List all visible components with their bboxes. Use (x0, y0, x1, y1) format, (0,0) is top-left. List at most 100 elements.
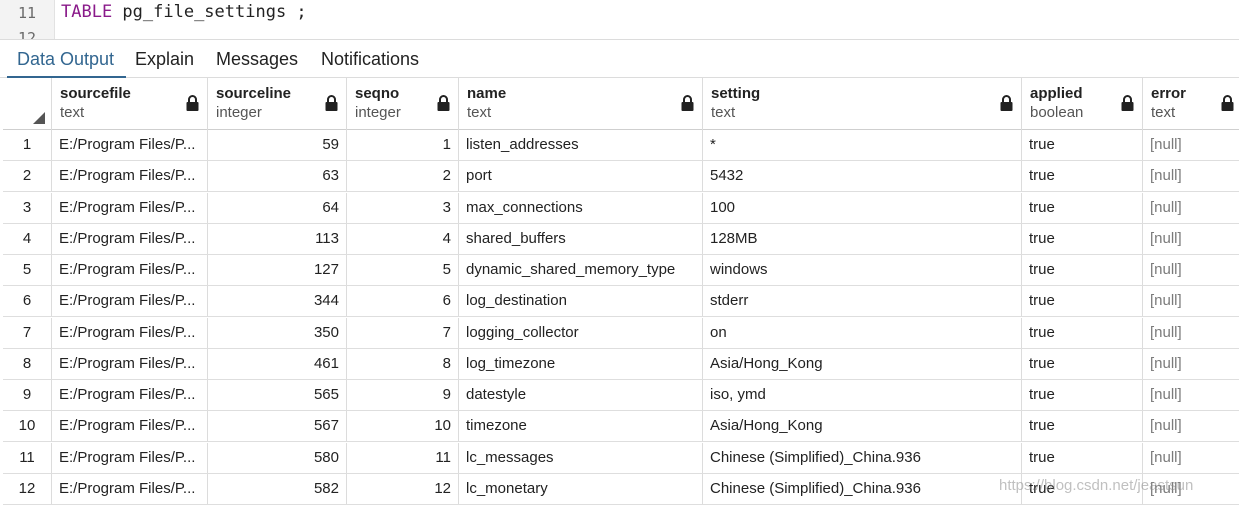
cell-error[interactable]: [null] (1143, 318, 1239, 348)
cell-name[interactable]: timezone (459, 411, 703, 442)
cell-applied[interactable]: true (1022, 255, 1143, 285)
cell-error[interactable]: [null] (1143, 443, 1239, 473)
cell-error[interactable]: [null] (1143, 193, 1239, 223)
table-row[interactable]: 5 E:/Program Files/P... 127 5 dynamic_shared… (3, 255, 1239, 286)
cell-name[interactable]: log_timezone (459, 348, 703, 379)
cell-name[interactable]: log_destination (459, 286, 703, 317)
table-row[interactable]: 1 E:/Program Files/P... 59 1 listen_addresse… (3, 130, 1239, 161)
cell-name[interactable]: lc_monetary (459, 473, 703, 504)
cell-seqno[interactable]: 1 (347, 130, 459, 160)
cell-sourcefile[interactable]: E:/Program Files/P... (52, 130, 208, 160)
table-row[interactable]: 8 E:/Program Files/P... 461 8 log_timezone As… (3, 348, 1239, 380)
cell-name[interactable]: logging_collector (459, 317, 703, 348)
row-number[interactable]: 5 (3, 255, 52, 285)
select-all-corner[interactable] (3, 78, 52, 130)
cell-setting[interactable]: stderr (703, 286, 1022, 317)
cell-setting[interactable]: Chinese (Simplified)_China.936 (703, 442, 1022, 473)
cell-sourceline[interactable]: 582 (208, 473, 347, 504)
cell-sourceline[interactable]: 113 (208, 223, 347, 254)
cell-sourcefile[interactable]: E:/Program Files/P... (52, 442, 208, 473)
column-header-sourceline[interactable]: sourceline integer (208, 78, 347, 130)
cell-applied[interactable]: true (1022, 411, 1143, 442)
cell-sourcefile[interactable]: E:/Program Files/P... (52, 380, 208, 410)
cell-sourceline[interactable]: 565 (208, 380, 347, 410)
cell-seqno[interactable]: 3 (347, 192, 459, 223)
cell-sourceline[interactable]: 127 (208, 255, 347, 285)
cell-setting[interactable]: on (703, 317, 1022, 348)
table-row[interactable]: 11 E:/Program Files/P... 580 11 lc_messages C… (3, 442, 1239, 474)
row-number[interactable]: 12 (3, 473, 52, 504)
tab-notifications[interactable]: Notifications (321, 40, 419, 78)
cell-setting[interactable]: iso, ymd (703, 380, 1022, 410)
cell-error[interactable]: [null] (1143, 349, 1239, 379)
row-number[interactable]: 1 (3, 130, 52, 160)
cell-setting[interactable]: Chinese (Simplified)_China.936 (703, 473, 1022, 504)
cell-name[interactable]: datestyle (459, 380, 703, 410)
cell-seqno[interactable]: 5 (347, 255, 459, 285)
cell-setting[interactable]: windows (703, 255, 1022, 285)
cell-setting[interactable]: * (703, 130, 1022, 160)
tab-explain[interactable]: Explain (135, 40, 194, 78)
cell-setting[interactable]: 128MB (703, 223, 1022, 254)
cell-error[interactable]: [null] (1143, 380, 1239, 410)
cell-sourcefile[interactable]: E:/Program Files/P... (52, 317, 208, 348)
cell-error[interactable]: [null] (1143, 130, 1239, 160)
cell-setting[interactable]: Asia/Hong_Kong (703, 348, 1022, 379)
column-header-sourcefile[interactable]: sourcefile text (52, 78, 208, 130)
cell-seqno[interactable]: 11 (347, 442, 459, 473)
row-number[interactable]: 4 (3, 223, 52, 254)
cell-sourcefile[interactable]: E:/Program Files/P... (52, 255, 208, 285)
row-number[interactable]: 9 (3, 380, 52, 410)
row-number[interactable]: 2 (3, 161, 52, 192)
cell-sourceline[interactable]: 64 (208, 192, 347, 223)
cell-applied[interactable]: true (1022, 161, 1143, 192)
cell-sourcefile[interactable]: E:/Program Files/P... (52, 286, 208, 317)
cell-name[interactable]: port (459, 161, 703, 192)
cell-sourcefile[interactable]: E:/Program Files/P... (52, 192, 208, 223)
table-row[interactable]: 3 E:/Program Files/P... 64 3 max_connections… (3, 192, 1239, 224)
table-row[interactable]: 6 E:/Program Files/P... 344 6 log_destinatio… (3, 286, 1239, 318)
cell-sourceline[interactable]: 580 (208, 442, 347, 473)
cell-seqno[interactable]: 6 (347, 286, 459, 317)
tab-messages[interactable]: Messages (216, 40, 298, 78)
cell-applied[interactable]: true (1022, 348, 1143, 379)
cell-seqno[interactable]: 9 (347, 380, 459, 410)
cell-sourceline[interactable]: 59 (208, 130, 347, 160)
cell-seqno[interactable]: 10 (347, 411, 459, 442)
cell-error[interactable]: [null] (1143, 411, 1239, 441)
cell-setting[interactable]: 5432 (703, 161, 1022, 192)
column-header-name[interactable]: name text (459, 78, 703, 130)
cell-name[interactable]: lc_messages (459, 442, 703, 473)
row-number[interactable]: 10 (3, 411, 52, 442)
cell-applied[interactable]: true (1022, 192, 1143, 223)
cell-applied[interactable]: true (1022, 130, 1143, 160)
cell-applied[interactable]: true (1022, 317, 1143, 348)
table-row[interactable]: 7 E:/Program Files/P... 350 7 logging_collec… (3, 317, 1239, 349)
cell-sourceline[interactable]: 63 (208, 161, 347, 192)
cell-error[interactable]: [null] (1143, 224, 1239, 254)
column-header-seqno[interactable]: seqno integer (347, 78, 459, 130)
row-number[interactable]: 11 (3, 442, 52, 473)
table-row[interactable]: 2 E:/Program Files/P... 63 2 port 5432 true [nu… (3, 161, 1239, 193)
cell-applied[interactable]: true (1022, 442, 1143, 473)
cell-sourcefile[interactable]: E:/Program Files/P... (52, 348, 208, 379)
cell-name[interactable]: dynamic_shared_memory_type (459, 255, 703, 285)
cell-applied[interactable]: true (1022, 286, 1143, 317)
sql-code-line[interactable]: TABLE pg_file_settings ; (61, 2, 307, 22)
cell-seqno[interactable]: 7 (347, 317, 459, 348)
row-number[interactable]: 3 (3, 192, 52, 223)
cell-applied[interactable]: true (1022, 380, 1143, 410)
cell-seqno[interactable]: 8 (347, 348, 459, 379)
cell-setting[interactable]: 100 (703, 192, 1022, 223)
tab-data-output[interactable]: Data Output (6, 40, 127, 79)
column-header-error[interactable]: error text (1143, 78, 1239, 130)
cell-error[interactable]: [null] (1143, 161, 1239, 191)
cell-name[interactable]: max_connections (459, 192, 703, 223)
cell-sourcefile[interactable]: E:/Program Files/P... (52, 223, 208, 254)
table-row[interactable]: 9 E:/Program Files/P... 565 9 datestyle iso, … (3, 380, 1239, 411)
column-header-setting[interactable]: setting text (703, 78, 1022, 130)
cell-sourcefile[interactable]: E:/Program Files/P... (52, 473, 208, 504)
cell-applied[interactable]: true (1022, 223, 1143, 254)
table-row[interactable]: 4 E:/Program Files/P... 113 4 shared_buffers… (3, 223, 1239, 255)
cell-seqno[interactable]: 4 (347, 223, 459, 254)
